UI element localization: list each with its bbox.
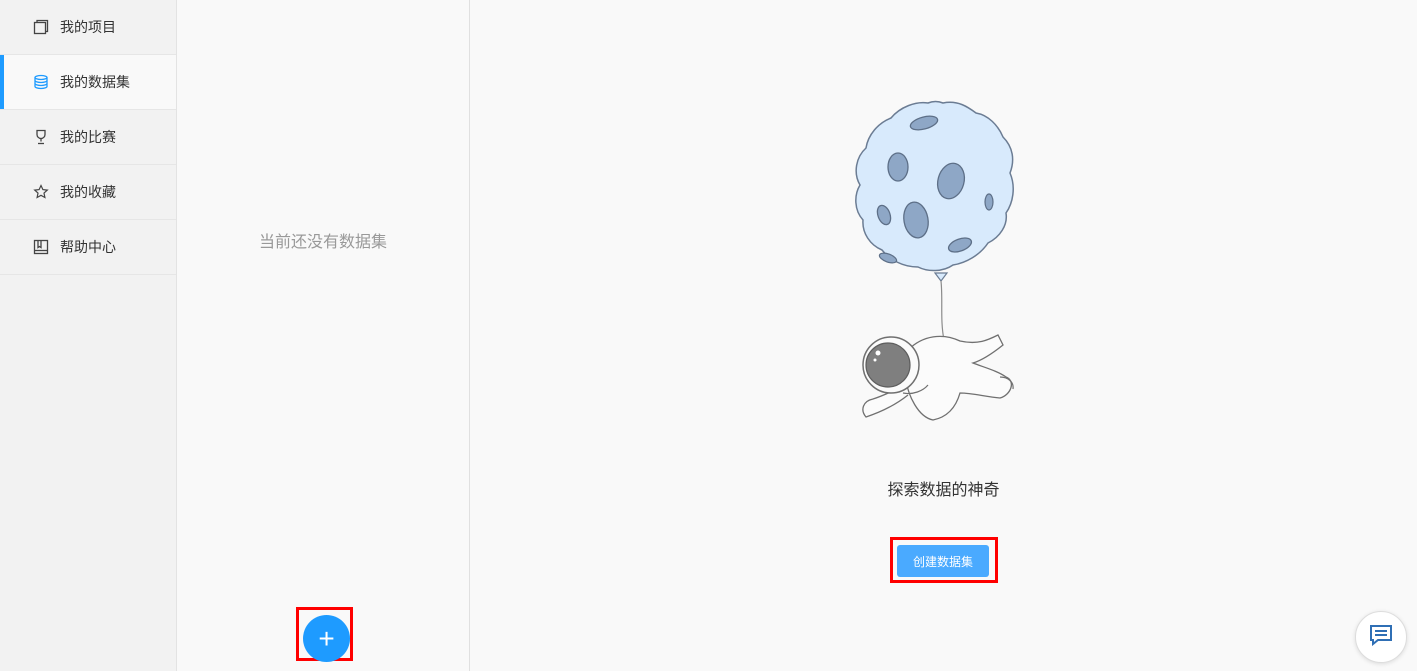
sidebar-item-help-center[interactable]: 帮助中心 [0,220,176,275]
empty-state-text: 当前还没有数据集 [258,232,387,251]
sidebar-item-label: 我的项目 [60,20,116,36]
add-dataset-button[interactable]: + [303,615,350,662]
sidebar-item-label: 我的数据集 [60,75,130,91]
sidebar-item-label: 我的比赛 [60,130,116,146]
feedback-button[interactable] [1355,611,1407,663]
star-icon [32,183,50,201]
main-content: 探索数据的神奇 创建数据集 [470,0,1417,671]
sidebar: 我的项目 我的数据集 我的比赛 我的收藏 帮助中心 [0,0,177,671]
sidebar-item-my-projects[interactable]: 我的项目 [0,0,176,55]
book-icon [32,238,50,256]
sidebar-item-my-datasets[interactable]: 我的数据集 [0,55,176,110]
create-dataset-button[interactable]: 创建数据集 [897,545,989,577]
sidebar-item-label: 我的收藏 [60,185,116,201]
project-icon [32,18,50,36]
empty-state-tagline: 探索数据的神奇 [887,480,1000,499]
sidebar-item-my-competitions[interactable]: 我的比赛 [0,110,176,165]
chat-icon [1369,624,1393,650]
sidebar-item-label: 帮助中心 [60,240,116,256]
sidebar-item-my-favorites[interactable]: 我的收藏 [0,165,176,220]
dataset-list-panel: 当前还没有数据集 + [177,0,470,671]
database-icon [32,73,50,91]
trophy-icon [32,128,50,146]
astronaut-balloon-illustration [848,95,1038,435]
